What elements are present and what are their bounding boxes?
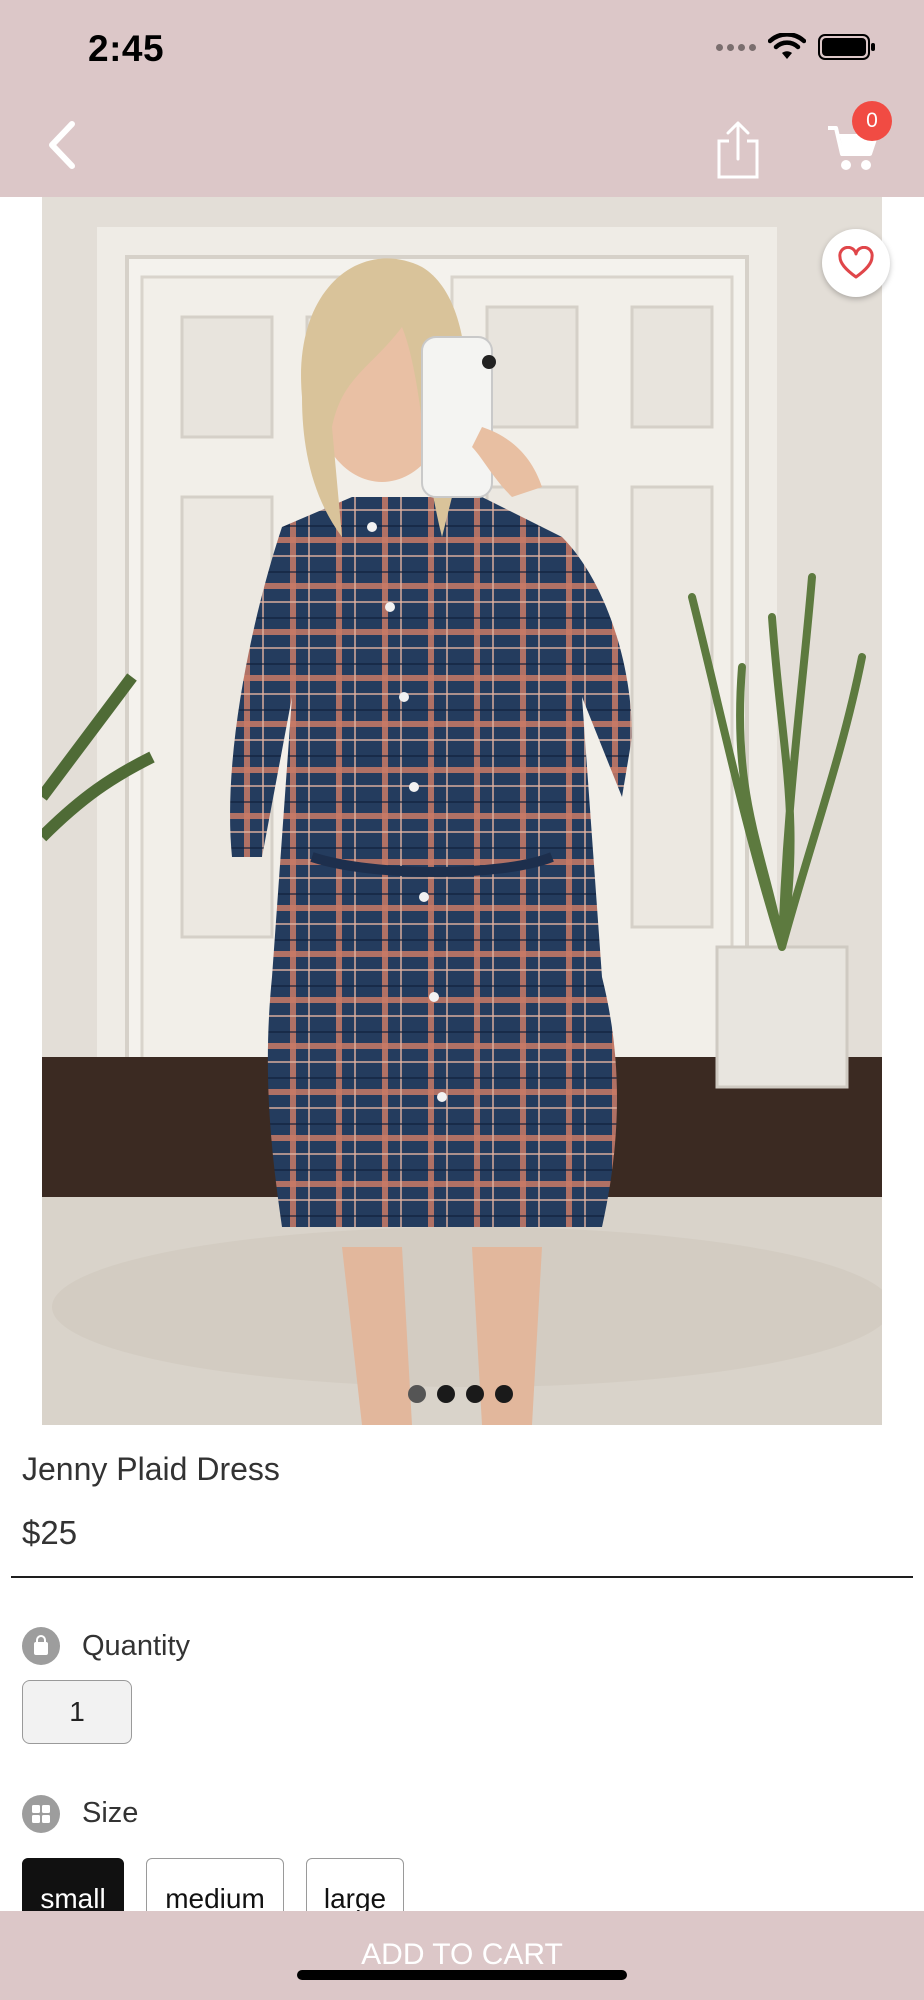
product-name: Jenny Plaid Dress <box>22 1451 280 1487</box>
product-price: $25 <box>22 1514 78 1551</box>
grid-icon <box>22 1795 60 1833</box>
quantity-label: Quantity <box>82 1630 190 1662</box>
size-label: Size <box>82 1797 139 1829</box>
status-time: 2:45 <box>88 28 165 69</box>
divider <box>11 1576 913 1578</box>
back-chevron-icon <box>49 121 75 169</box>
quantity-input[interactable]: 1 <box>22 1680 132 1744</box>
bag-icon <box>22 1627 60 1665</box>
cart-count-badge: 0 <box>852 101 892 141</box>
wifi-icon <box>768 33 806 59</box>
add-to-cart-button[interactable]: ADD TO CART <box>0 1938 924 1972</box>
pager-dot[interactable] <box>495 1385 513 1403</box>
pager-dot[interactable] <box>437 1385 455 1403</box>
back-button[interactable] <box>36 115 86 175</box>
cellular-signal-icon <box>716 43 756 51</box>
status-icons <box>716 33 876 61</box>
favorite-button[interactable] <box>822 229 890 297</box>
home-indicator <box>297 1970 627 1980</box>
product-image[interactable] <box>42 197 882 1425</box>
top-bar: 2:45 0 <box>0 0 924 197</box>
share-icon <box>717 121 759 179</box>
pager-dot[interactable] <box>408 1385 426 1403</box>
heart-icon <box>838 246 874 279</box>
product-photo-illustration <box>42 197 882 1425</box>
pager-dot[interactable] <box>466 1385 484 1403</box>
share-button[interactable] <box>708 116 768 182</box>
image-pager-dots[interactable] <box>408 1385 513 1403</box>
battery-icon <box>818 34 875 60</box>
